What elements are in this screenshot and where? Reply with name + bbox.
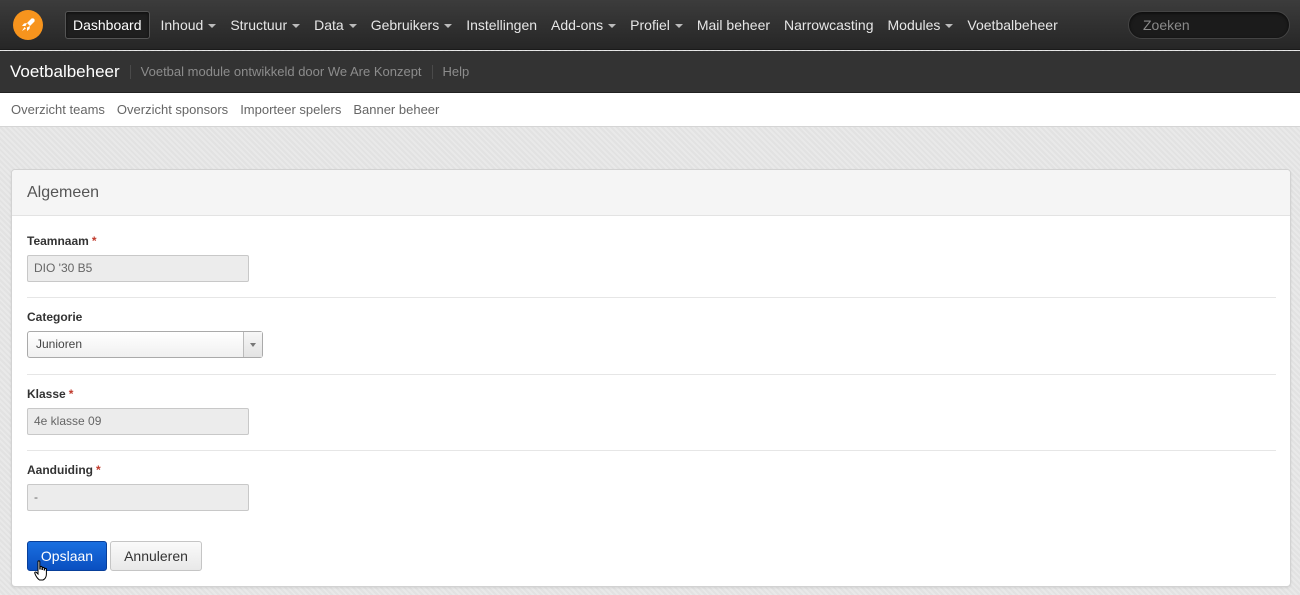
rocket-logo-icon[interactable] <box>13 10 43 40</box>
required-marker: * <box>68 387 74 401</box>
nav-item-gebruikers[interactable]: Gebruikers <box>364 11 459 39</box>
caret-down-icon <box>444 24 453 28</box>
nav-item-inhoud[interactable]: Inhoud <box>154 11 224 39</box>
module-bar: Voetbalbeheer Voetbal module ontwikkeld … <box>0 51 1300 93</box>
caret-down-icon <box>292 24 301 28</box>
categorie-selected-value: Junioren <box>36 337 83 351</box>
hand-cursor-icon <box>34 560 47 581</box>
klasse-label: Klasse * <box>27 387 73 401</box>
divider <box>129 64 131 79</box>
categorie-label-text: Categorie <box>27 310 83 324</box>
main-nav: Dashboard Inhoud Structuur Data Gebruikers In… <box>65 11 1065 39</box>
categorie-label: Categorie <box>27 310 82 324</box>
teamnaam-input[interactable]: DIO '30 B5 <box>27 255 249 282</box>
module-title[interactable]: Voetbalbeheer <box>10 62 120 82</box>
nav-item-instellingen[interactable]: Instellingen <box>459 11 544 39</box>
caret-down-icon <box>945 24 954 28</box>
nav-item-label: Voetbalbeheer <box>967 17 1058 33</box>
nav-item-dashboard[interactable]: Dashboard <box>65 11 150 39</box>
tab-importeer-spelers[interactable]: Importeer spelers <box>234 102 347 117</box>
nav-item-label: Instellingen <box>466 17 538 33</box>
nav-item-data[interactable]: Data <box>307 11 364 39</box>
nav-item-label: Gebruikers <box>370 17 440 33</box>
tab-overzicht-teams[interactable]: Overzicht teams <box>5 102 111 117</box>
help-link[interactable]: Help <box>443 64 470 79</box>
search-input[interactable] <box>1128 11 1290 39</box>
nav-item-narrowcasting[interactable]: Narrowcasting <box>777 11 880 39</box>
nav-item-modules[interactable]: Modules <box>881 11 961 39</box>
klasse-input[interactable]: 4e klasse 09 <box>27 408 249 435</box>
nav-item-mail-beheer[interactable]: Mail beheer <box>690 11 777 39</box>
form-panel: Algemeen Teamnaam * DIO '30 B5 Categorie … <box>11 169 1291 587</box>
nav-item-label: Dashboard <box>73 17 142 33</box>
nav-item-structuur[interactable]: Structuur <box>223 11 307 39</box>
nav-item-label: Add-ons <box>551 17 604 33</box>
field-divider <box>27 297 1276 298</box>
categorie-select[interactable]: Junioren <box>27 331 263 358</box>
teamnaam-label: Teamnaam * <box>27 234 96 248</box>
field-divider <box>27 374 1276 375</box>
nav-item-voetbalbeheer[interactable]: Voetbalbeheer <box>960 11 1064 39</box>
caret-down-icon <box>674 24 683 28</box>
cancel-button[interactable]: Annuleren <box>110 541 202 571</box>
required-marker: * <box>96 463 101 477</box>
tab-overzicht-sponsors[interactable]: Overzicht sponsors <box>111 102 234 117</box>
aanduiding-input[interactable]: - <box>27 484 249 511</box>
nav-item-add-ons[interactable]: Add-ons <box>544 11 623 39</box>
nav-item-label: Modules <box>887 17 941 33</box>
nav-item-label: Inhoud <box>160 17 204 33</box>
nav-item-label: Profiel <box>630 17 670 33</box>
dropdown-arrow-icon[interactable] <box>243 332 262 357</box>
nav-item-label: Narrowcasting <box>784 17 874 33</box>
aanduiding-label-text: Aanduiding <box>27 463 93 477</box>
aanduiding-label: Aanduiding * <box>27 463 101 477</box>
top-navbar: Dashboard Inhoud Structuur Data Gebruikers In… <box>0 0 1300 50</box>
caret-down-icon <box>348 24 357 28</box>
teamnaam-label-text: Teamnaam <box>27 234 89 248</box>
panel-title: Algemeen <box>12 170 1290 216</box>
nav-item-profiel[interactable]: Profiel <box>623 11 690 39</box>
nav-item-label: Mail beheer <box>696 17 771 33</box>
divider <box>431 64 433 79</box>
required-marker: * <box>91 234 97 248</box>
caret-down-icon <box>208 24 217 28</box>
tab-banner-beheer[interactable]: Banner beheer <box>347 102 445 117</box>
klasse-label-text: Klasse <box>27 387 66 401</box>
nav-item-label: Data <box>314 17 344 33</box>
field-divider <box>27 450 1276 451</box>
nav-item-label: Structuur <box>230 17 288 33</box>
caret-down-icon <box>608 24 617 28</box>
module-description: Voetbal module ontwikkeld door We Are Ko… <box>140 64 422 79</box>
module-tabs: Overzicht teams Overzicht sponsors Impor… <box>0 93 1300 127</box>
